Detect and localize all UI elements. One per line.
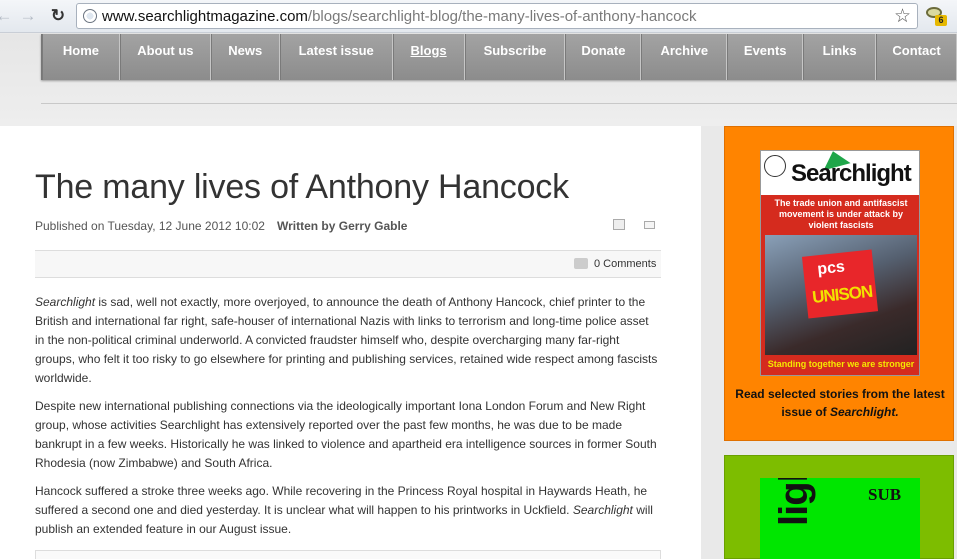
nav-links[interactable]: Links [803,34,877,80]
reload-icon[interactable]: ↻ [48,6,68,26]
extension-badge: 6 [935,15,947,26]
globe-icon [83,9,97,23]
article-meta: Published on Tuesday, 12 June 2012 10:02… [35,219,407,233]
magazine-cover[interactable]: Searchlight The trade union and antifasc… [760,150,920,376]
article-author: Written by Gerry Gable [276,219,408,233]
back-arrow-icon[interactable]: ← [0,6,14,26]
cover-banner-unison: UNISON [811,281,874,307]
address-bar[interactable]: www.searchlightmagazine.com/blogs/search… [76,3,918,29]
nav-latest-issue[interactable]: Latest issue [279,34,393,80]
extension-eye-icon[interactable]: 6 [926,7,947,26]
paragraph-1: Searchlight is sad, well not exactly, mo… [35,295,658,385]
latest-issue-caption[interactable]: Read selected stories from the latest is… [735,385,945,421]
cover-footer: Standing together we are stronger [767,359,915,369]
article-body: Searchlight is sad, well not exactly, mo… [35,293,660,548]
cover-seal-icon [764,155,786,177]
print-icon[interactable] [613,219,625,230]
paragraph-2: Despite new international publishing con… [35,399,657,470]
header-divider [41,103,957,104]
cover-headline: The trade union and antifascist movement… [774,198,908,230]
article-footer-box [35,550,661,559]
cover-banner: pcs UNISON [801,249,879,319]
article-title: The many lives of Anthony Hancock [35,168,569,206]
forward-arrow-icon[interactable]: → [18,6,38,26]
nav-donate[interactable]: Donate [565,34,642,80]
cover-banner-pcs: pcs [816,258,846,279]
comment-bubble-icon [574,258,588,269]
comments-count[interactable]: 0 Comments [594,258,656,270]
email-icon[interactable] [644,221,655,229]
nav-news[interactable]: News [210,34,280,80]
article-container: The many lives of Anthony Hancock Publis… [0,126,701,559]
nav-home[interactable]: Home [42,34,120,80]
nav-blogs[interactable]: Blogs [392,34,465,80]
url-text[interactable]: www.searchlightmagazine.com/blogs/search… [102,8,696,25]
subscribe-ad-text: SUB [868,485,902,504]
subscribe-panel: light SUB [724,455,954,559]
paragraph-3: Hancock suffered a stroke three weeks ag… [35,484,653,536]
comments-bar: 0 Comments [35,250,661,278]
cover-photo: pcs UNISON [765,235,917,355]
nav-about-us[interactable]: About us [119,34,211,80]
nav-events[interactable]: Events [727,34,804,80]
nav-archive[interactable]: Archive [641,34,728,80]
published-date: Published on Tuesday, 12 June 2012 10:02 [35,219,265,233]
nav-subscribe[interactable]: Subscribe [464,34,566,80]
subscribe-ad[interactable]: light SUB [760,478,920,559]
browser-toolbar: ← → ↻ www.searchlightmagazine.com/blogs/… [0,0,957,33]
latest-issue-panel: Searchlight The trade union and antifasc… [724,126,954,441]
cover-logo: Searchlight [791,160,912,187]
nav-contact[interactable]: Contact [876,34,957,80]
subscribe-ad-word: light [772,478,816,526]
main-navigation: Home About us News Latest issue Blogs Su… [41,34,957,80]
bookmark-star-icon[interactable]: ☆ [894,5,911,28]
